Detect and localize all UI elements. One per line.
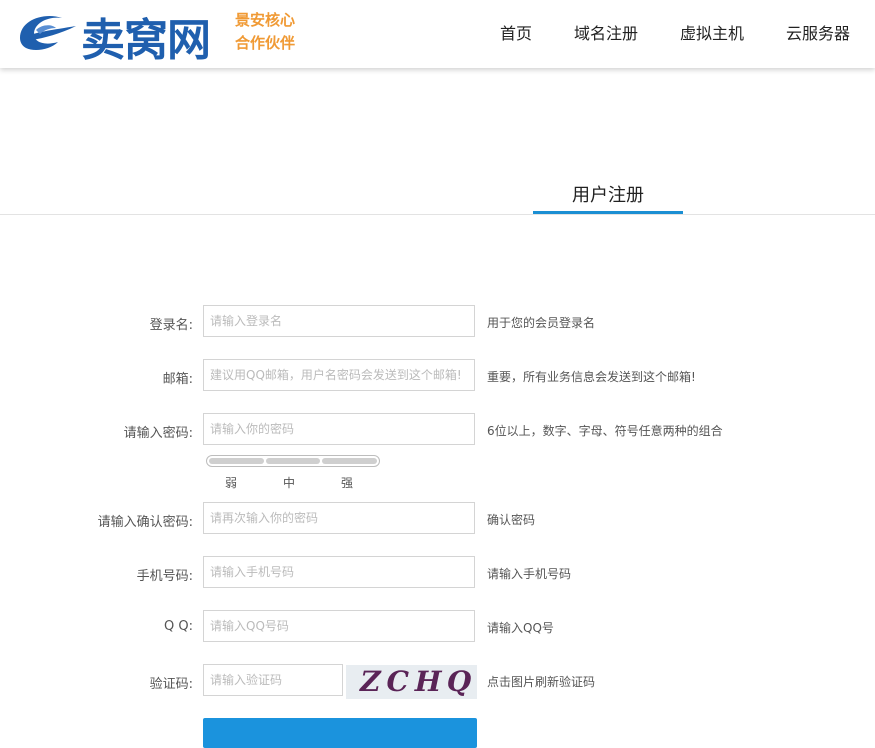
qq-label: Q Q: [164, 619, 193, 634]
site-header: 卖窝网 景安核心 合作伙伴 首页 域名注册 虚拟主机 云服务器 [0, 0, 875, 68]
captcha-input[interactable] [203, 664, 343, 696]
captcha-image[interactable]: ZCHQ [346, 665, 477, 699]
logo-text: 卖窝网 [81, 15, 211, 66]
captcha-image-text: ZCHQ [356, 665, 477, 698]
logo-swirl-icon [20, 16, 76, 50]
confirm-password-hint: 确认密码 [487, 513, 536, 527]
email-hint: 重要，所有业务信息会发送到这个邮箱! [487, 370, 696, 384]
captcha-hint: 点击图片刷新验证码 [487, 675, 596, 689]
nav-domain-registration[interactable]: 域名注册 [574, 20, 638, 44]
phone-hint: 请输入手机号码 [487, 567, 572, 581]
login-name-label: 登录名: [149, 318, 193, 333]
nav-cloud-server[interactable]: 云服务器 [786, 20, 850, 44]
password-hint: 6位以上，数字、字母、符号任意两种的组合 [487, 424, 723, 438]
strength-segment-medium [265, 458, 321, 464]
strength-weak-label: 弱 [225, 476, 238, 490]
tab-divider [0, 214, 875, 215]
slogan-line-2: 合作伙伴 [235, 34, 296, 52]
login-name-hint: 用于您的会员登录名 [487, 316, 596, 330]
password-strength-meter [206, 455, 380, 467]
brand-slogan: 景安核心 合作伙伴 [235, 9, 295, 55]
confirm-password-input[interactable] [203, 502, 475, 534]
confirm-password-label: 请输入确认密码: [97, 515, 193, 530]
qq-hint: 请输入QQ号 [487, 621, 554, 635]
site-logo[interactable]: 卖窝网 [14, 6, 229, 66]
strength-medium-label: 中 [283, 476, 296, 490]
strength-strong-label: 强 [341, 476, 354, 490]
slogan-line-1: 景安核心 [235, 11, 296, 29]
register-submit-button[interactable] [203, 718, 477, 748]
email-label: 邮箱: [162, 372, 193, 387]
phone-input[interactable] [203, 556, 475, 588]
qq-input[interactable] [203, 610, 475, 642]
password-label: 请输入密码: [123, 426, 193, 441]
nav-home[interactable]: 首页 [500, 20, 532, 44]
strength-segment-weak [209, 458, 264, 464]
login-name-input[interactable] [203, 305, 475, 337]
phone-label: 手机号码: [136, 569, 193, 584]
strength-segment-strong [322, 458, 378, 464]
password-input[interactable] [203, 413, 475, 445]
tab-user-registration[interactable]: 用户注册 [533, 181, 683, 207]
nav-virtual-host[interactable]: 虚拟主机 [680, 20, 744, 44]
captcha-label: 验证码: [149, 677, 193, 692]
email-input[interactable] [203, 359, 475, 391]
